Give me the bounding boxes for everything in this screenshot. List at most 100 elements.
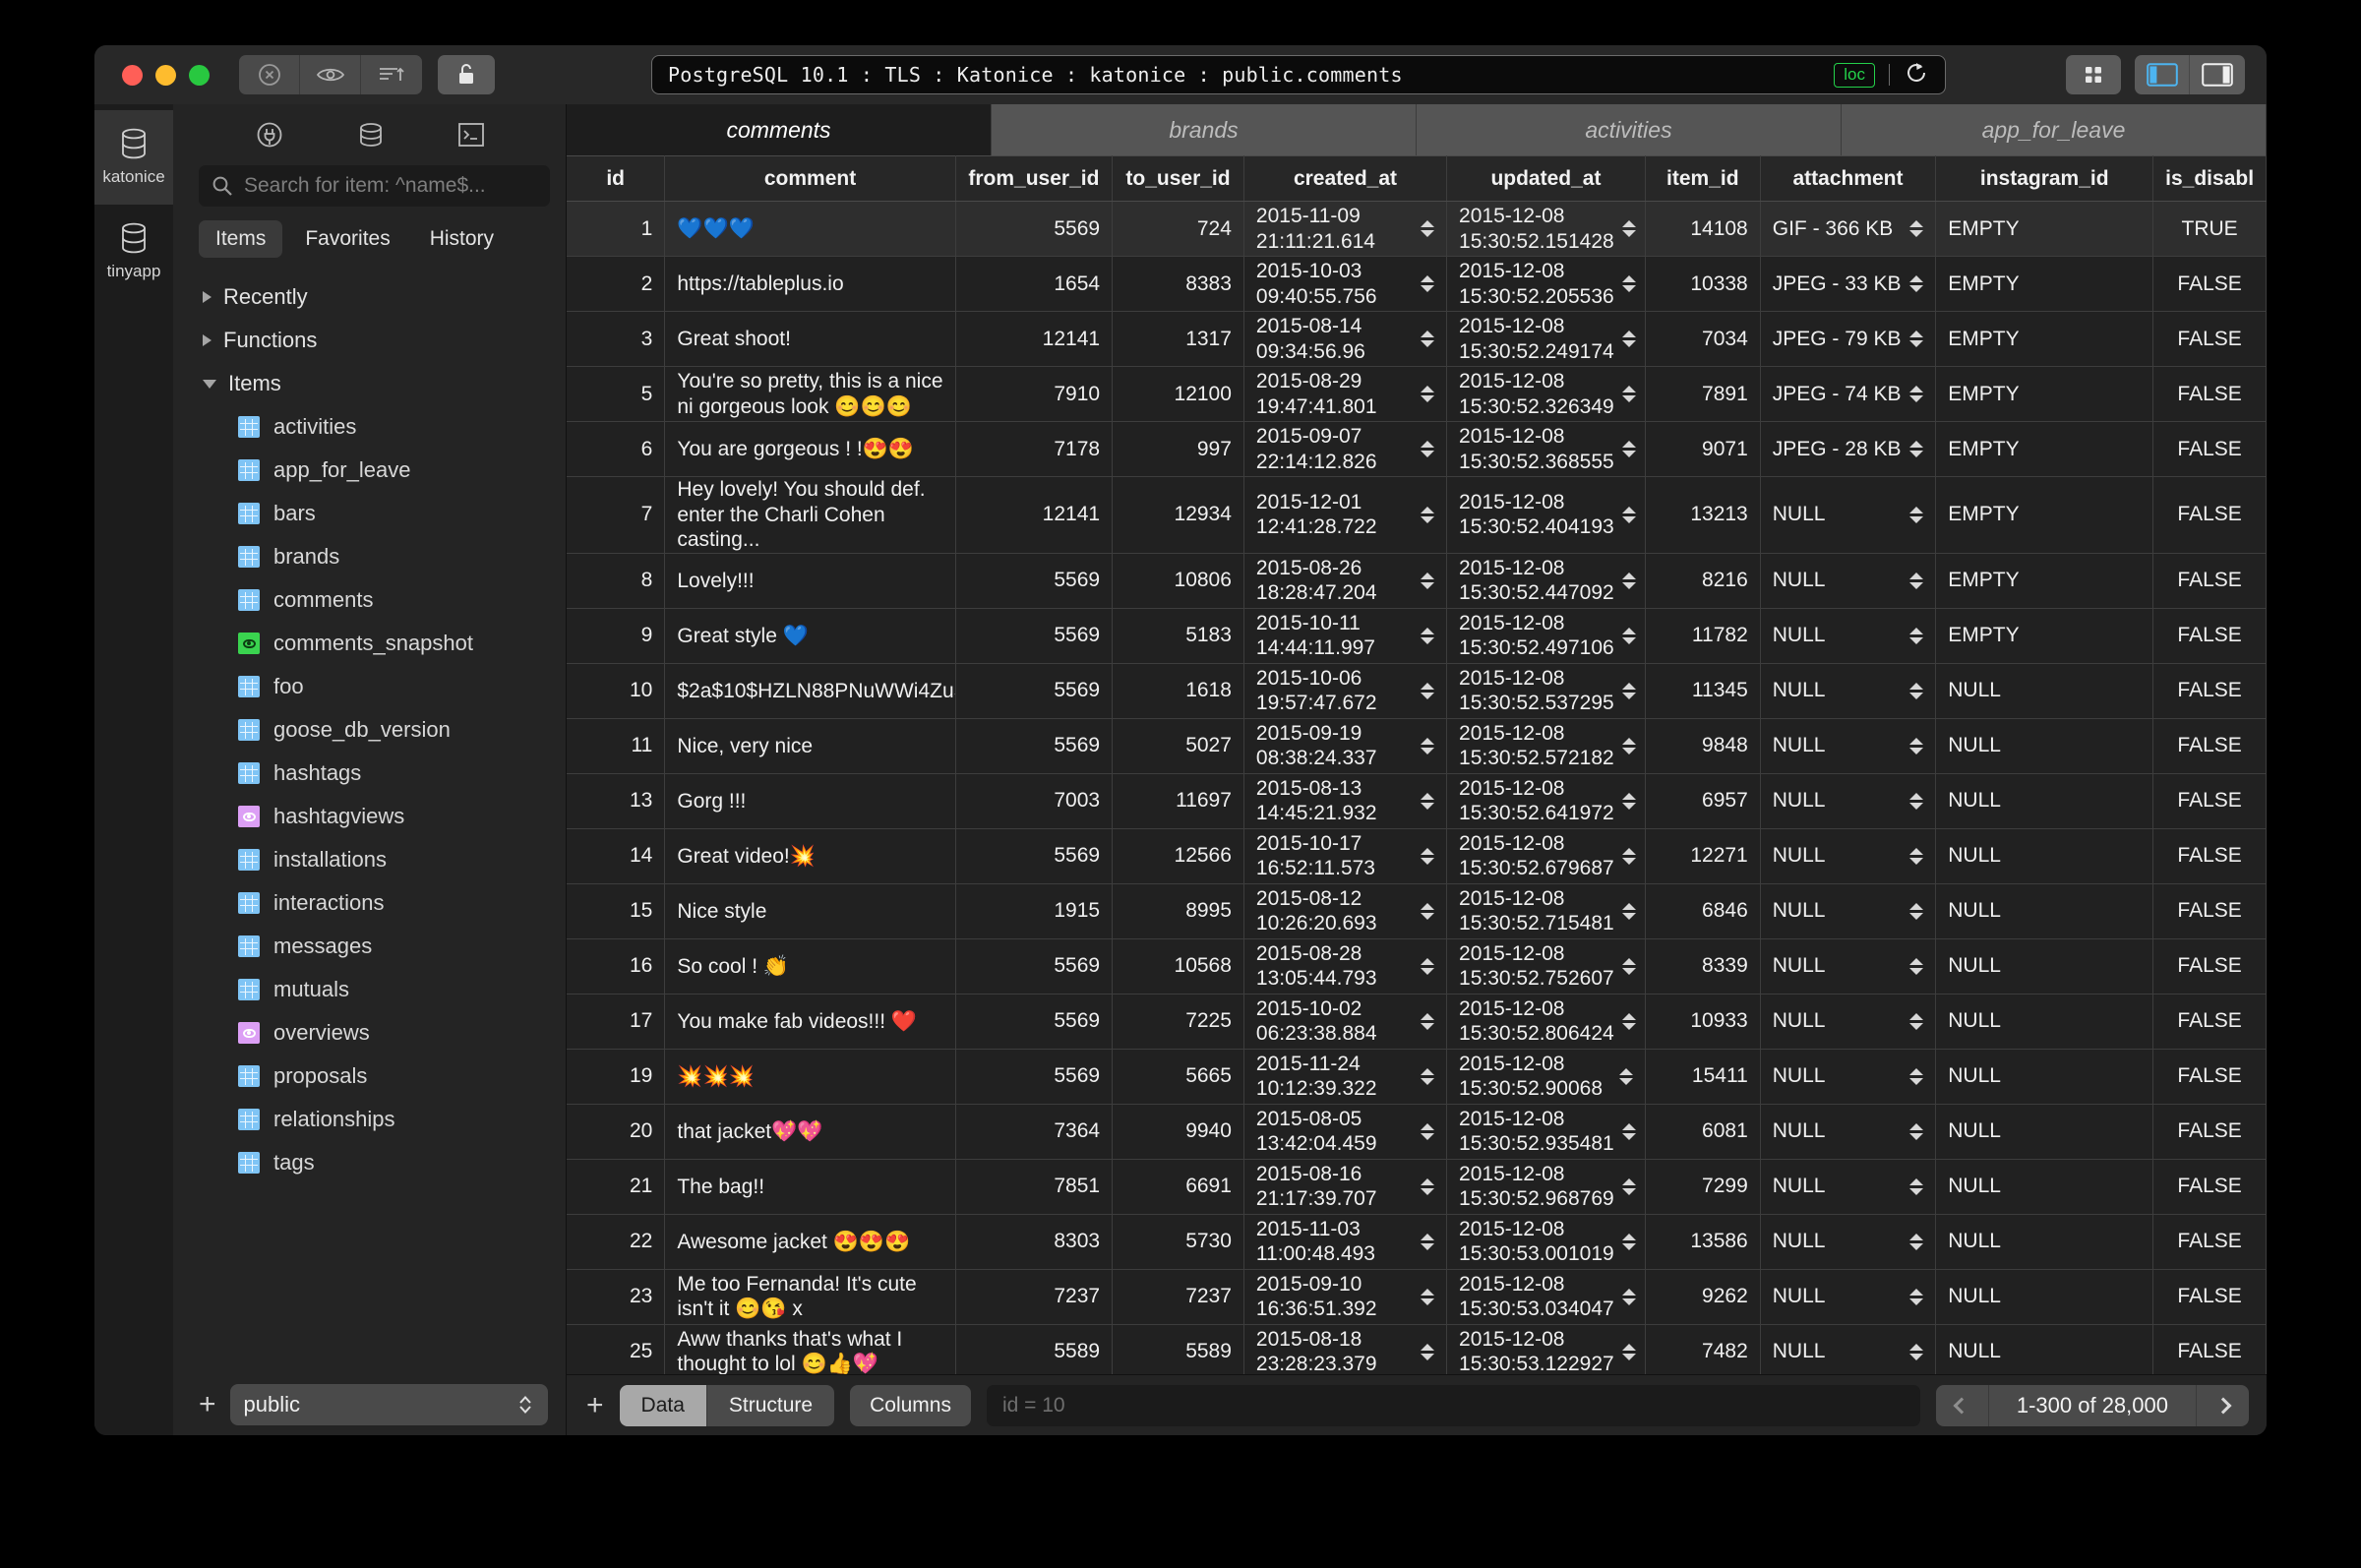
cell-attachment[interactable]: NULL: [1760, 663, 1937, 719]
cell-comment[interactable]: Lovely!!!: [664, 553, 956, 609]
cell-comment[interactable]: $2a$10$HZLN88PNuWWi4ZuS91lb8dR98ljt0kblv…: [664, 663, 956, 719]
value-stepper[interactable]: [1421, 847, 1435, 865]
cell-id[interactable]: 25: [567, 1324, 666, 1374]
value-stepper[interactable]: [1621, 1233, 1636, 1250]
rail-item-katonice[interactable]: katonice: [94, 110, 173, 205]
cell-comment[interactable]: Great style 💙: [664, 608, 956, 664]
cell-id[interactable]: 8: [567, 553, 666, 609]
cell-id[interactable]: 7: [567, 476, 666, 554]
cell-id[interactable]: 3: [567, 311, 666, 367]
value-stepper[interactable]: [1909, 902, 1924, 920]
cell-is_disabled[interactable]: FALSE: [2152, 476, 2267, 554]
sidebar-item-activities[interactable]: activities: [173, 405, 566, 449]
cell-instagram_id[interactable]: EMPTY: [1935, 608, 2154, 664]
cell-created_at[interactable]: 2015-10-11 14:44:11.997: [1243, 608, 1448, 664]
table-row[interactable]: 1 💙💙💙 5569 724 2015-11-09 21:11:21.614 2015-12…: [567, 201, 2267, 257]
cell-id[interactable]: 11: [567, 718, 666, 774]
cell-comment[interactable]: Awesome jacket 😍😍😍: [664, 1214, 956, 1270]
value-stepper[interactable]: [1909, 792, 1924, 810]
cell-comment[interactable]: You're so pretty, this is a nice ni gorg…: [664, 366, 956, 422]
cell-created_at[interactable]: 2015-08-26 18:28:47.204: [1243, 553, 1448, 609]
sidebar-item-foo[interactable]: foo: [173, 665, 566, 708]
cell-is_disabled[interactable]: FALSE: [2152, 421, 2267, 477]
cell-item_id[interactable]: 6081: [1645, 1104, 1761, 1160]
value-stepper[interactable]: [1421, 386, 1435, 402]
value-stepper[interactable]: [1909, 275, 1924, 292]
cell-is_disabled[interactable]: FALSE: [2152, 1104, 2267, 1160]
cell-attachment[interactable]: NULL: [1760, 476, 1937, 554]
cell-created_at[interactable]: 2015-09-07 22:14:12.826: [1243, 421, 1448, 477]
cell-from_user_id[interactable]: 12141: [955, 476, 1114, 554]
zoom-window-button[interactable]: [189, 64, 210, 86]
cell-to_user_id[interactable]: 7237: [1112, 1269, 1244, 1325]
search-input[interactable]: Search for item: ^name$...: [199, 165, 550, 207]
value-stepper[interactable]: [1909, 1343, 1924, 1360]
cell-id[interactable]: 21: [567, 1159, 666, 1215]
cell-comment[interactable]: You are gorgeous ! !😍😍: [664, 421, 956, 477]
cell-attachment[interactable]: NULL: [1760, 1324, 1937, 1374]
sidebar-item-relationships[interactable]: relationships: [173, 1098, 566, 1141]
cell-id[interactable]: 13: [567, 773, 666, 829]
value-stepper[interactable]: [1909, 1233, 1924, 1250]
cell-from_user_id[interactable]: 5569: [955, 201, 1114, 257]
cell-updated_at[interactable]: 2015-12-08 15:30:53.122927: [1446, 1324, 1646, 1374]
cell-comment[interactable]: Nice style: [664, 883, 956, 939]
cell-from_user_id[interactable]: 7851: [955, 1159, 1114, 1215]
cell-from_user_id[interactable]: 5569: [955, 608, 1114, 664]
value-stepper[interactable]: [1909, 220, 1924, 237]
cell-id[interactable]: 1: [567, 201, 666, 257]
cell-created_at[interactable]: 2015-09-10 16:36:51.392: [1243, 1269, 1448, 1325]
table-row[interactable]: 9 Great style 💙 5569 5183 2015-10-11 14:44:11…: [567, 608, 2267, 664]
cell-updated_at[interactable]: 2015-12-08 15:30:52.151428: [1446, 201, 1646, 257]
cell-item_id[interactable]: 7034: [1645, 311, 1761, 367]
tree-group-functions[interactable]: Functions: [173, 319, 566, 362]
tree-group-recently[interactable]: Recently: [173, 275, 566, 319]
sidebar-item-overviews[interactable]: overviews: [173, 1011, 566, 1055]
cell-comment[interactable]: You make fab videos!!! ❤️: [664, 994, 956, 1050]
value-stepper[interactable]: [1421, 957, 1435, 975]
cell-id[interactable]: 19: [567, 1049, 666, 1105]
cell-updated_at[interactable]: 2015-12-08 15:30:52.205536: [1446, 256, 1646, 312]
sidebar-item-messages[interactable]: messages: [173, 925, 566, 968]
cell-to_user_id[interactable]: 997: [1112, 421, 1244, 477]
cell-is_disabled[interactable]: TRUE: [2152, 201, 2267, 257]
cell-from_user_id[interactable]: 5569: [955, 718, 1114, 774]
cell-to_user_id[interactable]: 10568: [1112, 938, 1244, 995]
table-row[interactable]: 23 Me too Fernanda! It's cute isn't it 😊😘…: [567, 1269, 2267, 1325]
cell-item_id[interactable]: 10933: [1645, 994, 1761, 1050]
table-tab-comments[interactable]: comments: [567, 104, 992, 155]
cell-id[interactable]: 9: [567, 608, 666, 664]
cell-to_user_id[interactable]: 1618: [1112, 663, 1244, 719]
value-stepper[interactable]: [1621, 220, 1636, 237]
sidebar-item-brands[interactable]: brands: [173, 535, 566, 578]
value-stepper[interactable]: [1621, 847, 1636, 865]
cell-to_user_id[interactable]: 5183: [1112, 608, 1244, 664]
cell-item_id[interactable]: 6846: [1645, 883, 1761, 939]
value-stepper[interactable]: [1621, 682, 1636, 699]
cell-instagram_id[interactable]: EMPTY: [1935, 311, 2154, 367]
value-stepper[interactable]: [1621, 1012, 1636, 1030]
cell-from_user_id[interactable]: 7003: [955, 773, 1114, 829]
cell-from_user_id[interactable]: 5569: [955, 553, 1114, 609]
sidebar-item-bars[interactable]: bars: [173, 492, 566, 535]
cell-updated_at[interactable]: 2015-12-08 15:30:53.001019: [1446, 1214, 1646, 1270]
minimize-window-button[interactable]: [155, 64, 176, 86]
cell-attachment[interactable]: NULL: [1760, 1049, 1937, 1105]
cell-attachment[interactable]: JPEG - 74 KB: [1760, 366, 1937, 422]
cell-instagram_id[interactable]: NULL: [1935, 938, 2154, 995]
cell-instagram_id[interactable]: NULL: [1935, 1214, 2154, 1270]
refresh-icon[interactable]: [1904, 60, 1929, 90]
cell-attachment[interactable]: NULL: [1760, 828, 1937, 884]
tab-data[interactable]: Data: [619, 1384, 707, 1426]
value-stepper[interactable]: [1909, 957, 1924, 975]
cell-created_at[interactable]: 2015-10-06 19:57:47.672: [1243, 663, 1448, 719]
cell-to_user_id[interactable]: 8995: [1112, 883, 1244, 939]
value-stepper[interactable]: [1909, 1012, 1924, 1030]
cell-id[interactable]: 22: [567, 1214, 666, 1270]
cell-instagram_id[interactable]: NULL: [1935, 1049, 2154, 1105]
grid-column-from_user_id[interactable]: from_user_id: [955, 155, 1114, 202]
cell-instagram_id[interactable]: NULL: [1935, 994, 2154, 1050]
value-stepper[interactable]: [1909, 847, 1924, 865]
cell-updated_at[interactable]: 2015-12-08 15:30:52.497106: [1446, 608, 1646, 664]
cell-to_user_id[interactable]: 5027: [1112, 718, 1244, 774]
